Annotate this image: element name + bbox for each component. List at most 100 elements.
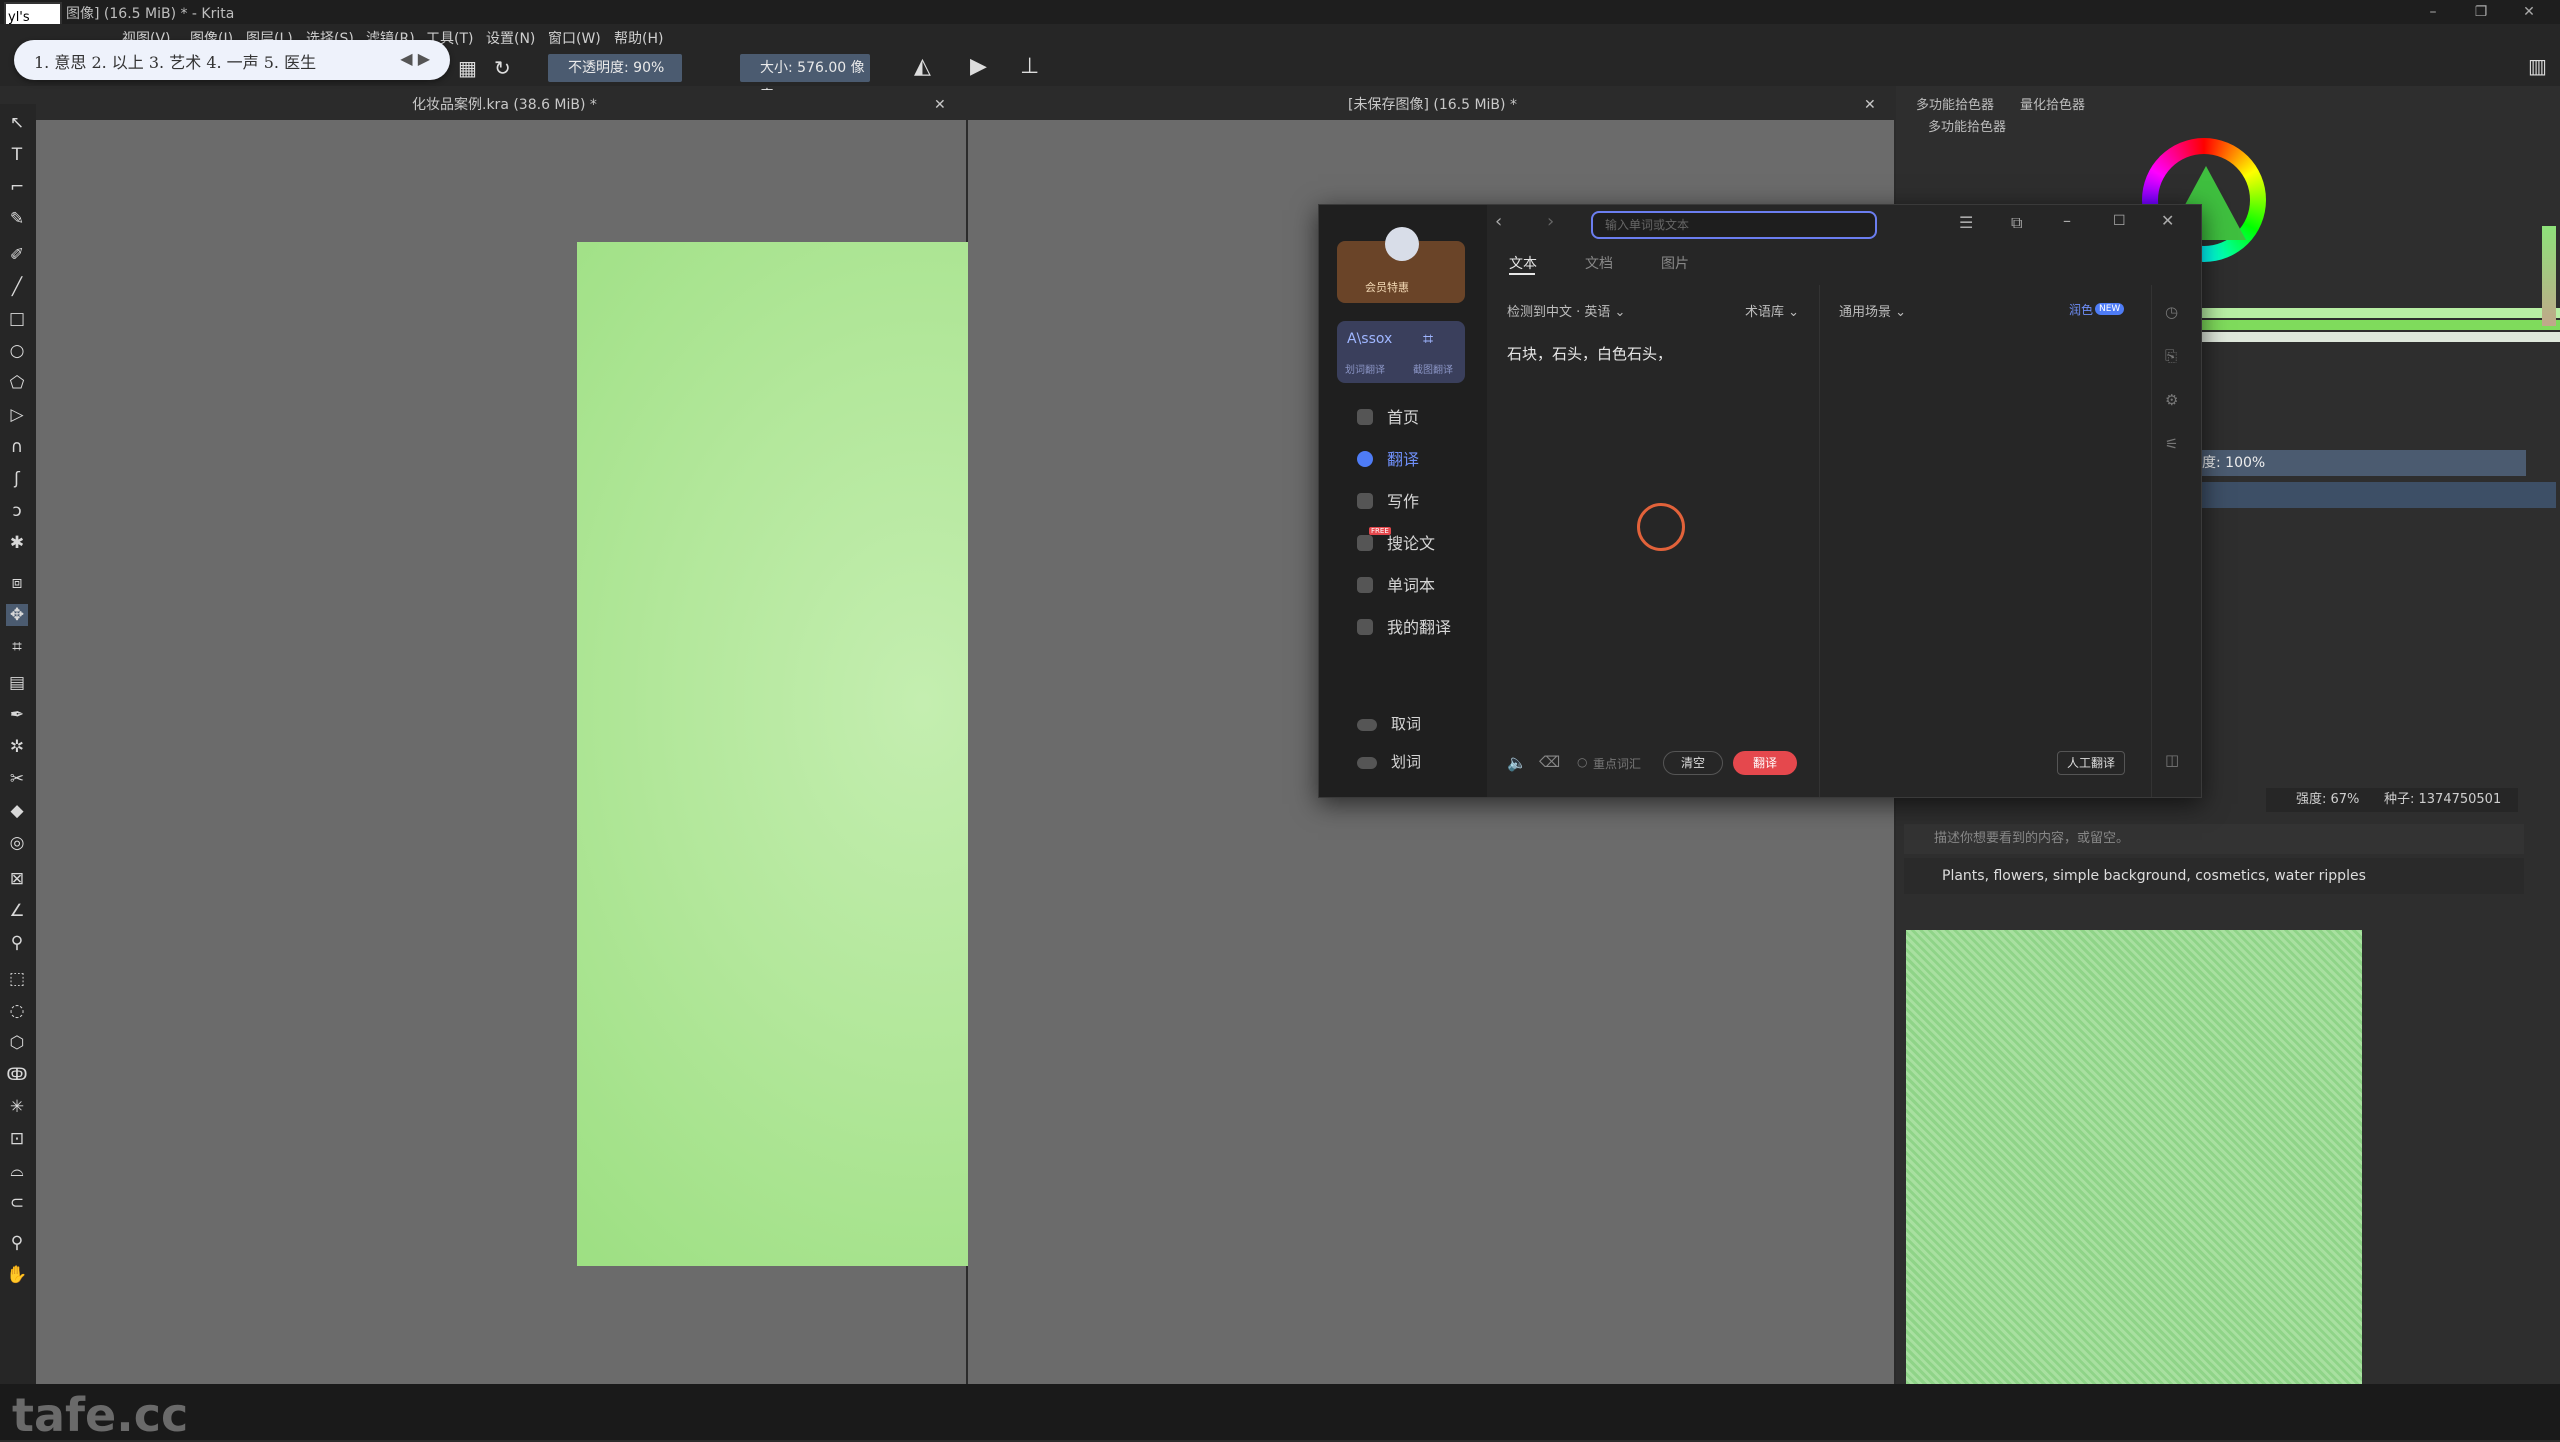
workspace-icon[interactable]: ▥	[2528, 54, 2547, 78]
dynamic-brush-icon[interactable]: ↄ	[6, 500, 28, 522]
toggle-icon[interactable]	[1357, 719, 1377, 731]
glossary-selector[interactable]: 术语库 ⌄	[1745, 301, 1799, 320]
bezier-icon[interactable]: ∩	[6, 436, 28, 458]
polygon-select-icon[interactable]: ⬡	[6, 1032, 28, 1054]
magic-wand-icon[interactable]: ✳	[6, 1096, 28, 1118]
key-vocab-checkbox[interactable]: ○	[1577, 755, 1587, 769]
mirror-horizontal-icon[interactable]: ◭	[914, 54, 931, 79]
color-strip[interactable]	[2196, 320, 2560, 330]
line-icon[interactable]: ╱	[6, 276, 28, 298]
prompt-input[interactable]: Plants, flowers, simple background, cosm…	[1904, 858, 2524, 894]
perspective-icon[interactable]: ⊠	[6, 868, 28, 890]
brush-icon[interactable]: ✐	[6, 244, 28, 266]
ime-candidates[interactable]: 1. 意思 2. 以上 3. 艺术 4. 一声 5. 医生	[34, 49, 316, 73]
tab-text[interactable]: 文本	[1509, 253, 1537, 273]
size-field[interactable]: 大小: 576.00 像素	[740, 54, 870, 104]
ellipse-icon[interactable]: ○	[6, 340, 28, 362]
gradient-icon[interactable]: ▤	[6, 672, 28, 694]
menu-icon[interactable]: ☰	[1959, 213, 1973, 232]
close-button[interactable]: ✕	[2506, 0, 2552, 24]
polish-button[interactable]: 润色	[2069, 301, 2093, 318]
pattern-icon[interactable]: ✂	[6, 768, 28, 790]
clear-button[interactable]: 清空	[1663, 751, 1723, 775]
translate-button[interactable]: 翻译	[1733, 751, 1797, 775]
minimize-icon[interactable]: –	[2063, 211, 2071, 230]
wrap-icon[interactable]: ⊥	[1020, 54, 1039, 79]
document-tab-2[interactable]: [未保存图像] (16.5 MiB) * ✕	[968, 90, 1894, 120]
transform-icon[interactable]: ⧈	[6, 572, 28, 594]
color-picker-icon[interactable]: ✒	[6, 704, 28, 726]
close-doc-icon[interactable]: ✕	[1864, 90, 1876, 120]
search-input[interactable]: 输入单词或文本	[1591, 211, 1877, 239]
selection-translate-icon[interactable]: A\ssox	[1347, 331, 1392, 347]
pan-icon[interactable]: ✋	[6, 1264, 28, 1286]
smart-patch-icon[interactable]: ✲	[6, 736, 28, 758]
polyline-icon[interactable]: ▷	[6, 404, 28, 426]
tab-document[interactable]: 文档	[1585, 253, 1613, 273]
slider-bar[interactable]	[2542, 226, 2556, 326]
rect-select-icon[interactable]: ⬚	[6, 968, 28, 990]
screenshot-translate-icon[interactable]: ⌗	[1423, 329, 1433, 350]
forward-icon[interactable]: ›	[1547, 211, 1554, 232]
reset-icon[interactable]: ↻	[494, 56, 511, 80]
polygon-icon[interactable]: ⬠	[6, 372, 28, 394]
minimize-button[interactable]: –	[2410, 0, 2456, 24]
magnetic-select-icon[interactable]: ⊂	[6, 1192, 28, 1214]
human-translate-button[interactable]: 人工翻译	[2057, 751, 2125, 775]
maximize-button[interactable]: ❐	[2458, 0, 2504, 24]
avatar[interactable]	[1385, 227, 1419, 261]
close-icon[interactable]: ✕	[2161, 211, 2174, 230]
menu-help[interactable]: 帮助(H)	[614, 28, 663, 48]
nav-papers[interactable]: 搜论文	[1357, 531, 1435, 557]
toggle-select-word[interactable]: 划词	[1357, 749, 1421, 775]
settings-icon[interactable]: ⚙	[2165, 391, 2178, 409]
similar-select-icon[interactable]: ⊡	[6, 1128, 28, 1150]
menu-window[interactable]: 窗口(W)	[548, 28, 601, 48]
generated-preview[interactable]	[1906, 930, 2362, 1384]
measure-icon[interactable]: ∠	[6, 900, 28, 922]
scene-selector[interactable]: 通用场景 ⌄	[1839, 301, 1906, 320]
language-selector[interactable]: 检测到中文 · 英语 ⌄	[1507, 301, 1625, 320]
tab-image[interactable]: 图片	[1661, 253, 1689, 273]
layer-row-selected[interactable]	[2196, 482, 2556, 508]
toggle-pick-word[interactable]: 取词	[1357, 711, 1421, 737]
tab-advanced-color[interactable]: 多功能拾色器	[1916, 94, 1994, 113]
color-strip[interactable]	[2196, 308, 2560, 318]
select-shapes-icon[interactable]: ↖	[6, 112, 28, 134]
back-icon[interactable]: ‹	[1495, 211, 1502, 232]
nav-translate[interactable]: 翻译	[1357, 447, 1419, 473]
history-icon[interactable]: ◷	[2165, 303, 2178, 321]
nav-home[interactable]: 首页	[1357, 405, 1419, 431]
ellipse-select-icon[interactable]: ◌	[6, 1000, 28, 1022]
close-doc-icon[interactable]: ✕	[934, 90, 946, 120]
ime-page-arrows[interactable]: ◀ ▶	[400, 49, 430, 68]
rectangle-icon[interactable]: □	[6, 308, 28, 330]
vip-card[interactable]: 会员特惠	[1337, 227, 1465, 303]
nav-wordbook[interactable]: 单词本	[1357, 573, 1435, 599]
tab-palette-color[interactable]: 量化拾色器	[2020, 94, 2085, 113]
document-tab-1[interactable]: 化妆品案例.kra (38.6 MiB) * ✕	[36, 90, 966, 120]
source-text[interactable]: 石块，石头，白色石头，	[1507, 343, 1672, 364]
opacity-field[interactable]: 不透明度: 90%	[548, 54, 682, 82]
pin-icon[interactable]: ⧉	[2011, 213, 2022, 233]
copy-icon[interactable]: ⎘	[2165, 347, 2177, 365]
speaker-icon[interactable]: 🔈	[1507, 753, 1527, 772]
mirror-vertical-icon[interactable]: ▶	[970, 54, 987, 79]
calligraphy-icon[interactable]: ✎	[6, 208, 28, 230]
maximize-icon[interactable]: ☐	[2113, 213, 2126, 229]
sliders-icon[interactable]: ⚟	[2165, 435, 2178, 453]
edit-shapes-icon[interactable]: ⌐	[6, 176, 28, 198]
crop-icon[interactable]: ⌗	[6, 636, 28, 658]
layer-opacity-field[interactable]: 度: 100%	[2196, 450, 2526, 476]
bezier-select-icon[interactable]: ⌓	[6, 1160, 28, 1182]
text-tool-icon[interactable]: T	[6, 144, 28, 166]
seed-field[interactable]: 种子: 1374750501	[2378, 788, 2518, 812]
panel-icon[interactable]: ◫	[2165, 751, 2179, 769]
alpha-lock-icon[interactable]: ▦	[458, 56, 477, 80]
negative-prompt-input[interactable]: 描述你想要看到的内容，或留空。	[1904, 824, 2524, 854]
nav-write[interactable]: 写作	[1357, 489, 1419, 515]
delete-icon[interactable]: ⌫	[1539, 753, 1560, 771]
multibrush-icon[interactable]: ✱	[6, 532, 28, 554]
fill-icon[interactable]: ◆	[6, 800, 28, 822]
color-strip[interactable]	[2196, 332, 2560, 342]
